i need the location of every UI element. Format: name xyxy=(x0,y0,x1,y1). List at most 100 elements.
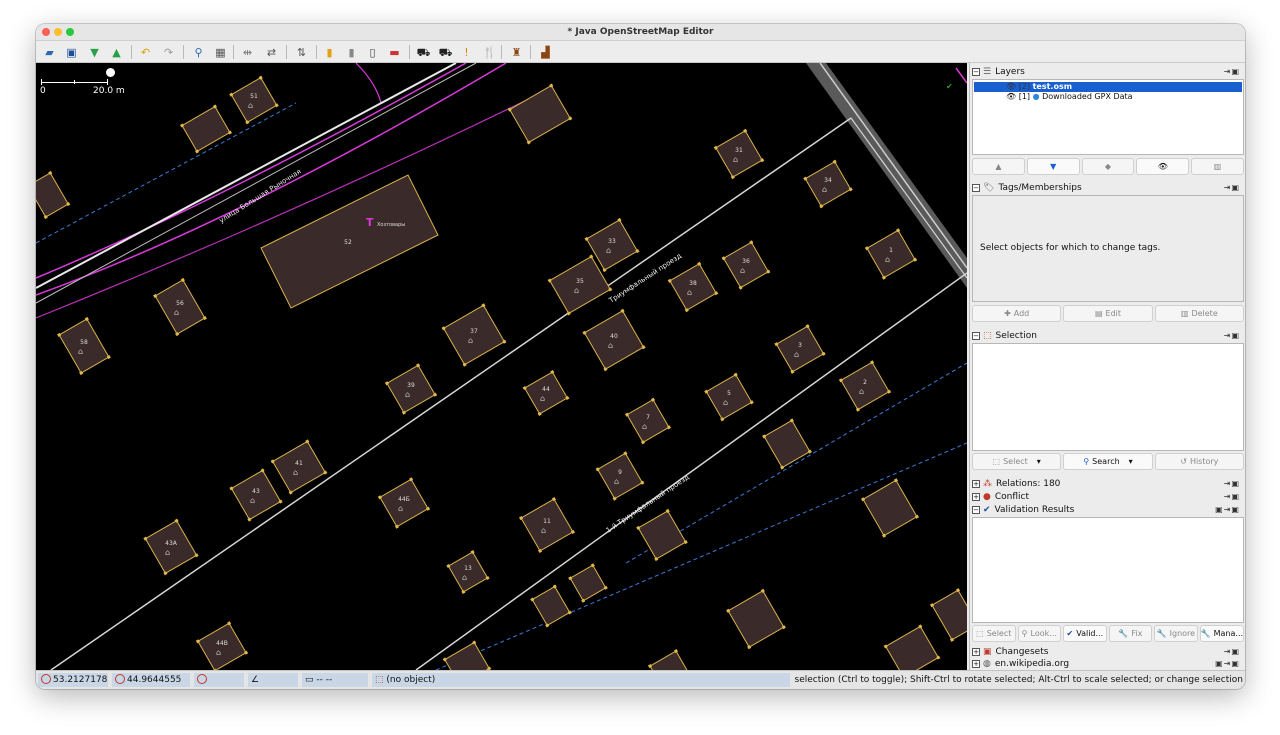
selection-panel-header[interactable]: − ⬚ Selection ⇥▣ xyxy=(972,329,1244,343)
edit-tag-button[interactable]: ▤ Edit xyxy=(1063,305,1153,322)
visibility-eye-icon[interactable]: 👁 xyxy=(1006,92,1016,101)
car-button[interactable]: ⛟ xyxy=(414,43,433,61)
building-outline[interactable] xyxy=(144,519,198,575)
building-outline[interactable] xyxy=(181,105,231,153)
merge-button[interactable]: ◆ xyxy=(1081,158,1135,175)
building-outline[interactable] xyxy=(154,279,206,335)
visibility-button[interactable]: 👁 xyxy=(1136,158,1190,175)
building[interactable] xyxy=(36,170,71,220)
layer-row[interactable]: ✔ 👁 [2] test.osm xyxy=(946,82,1242,92)
validation-select-button[interactable]: ⬚ Select xyxy=(972,625,1016,642)
download-button[interactable]: ▼ xyxy=(85,43,104,61)
building[interactable] xyxy=(153,277,207,337)
fix-button[interactable]: 🔧 Fix xyxy=(1108,625,1153,642)
expand-icon[interactable]: + xyxy=(972,493,980,501)
minimize-window-button[interactable] xyxy=(54,28,62,36)
building-outline[interactable] xyxy=(523,371,569,415)
building-outline[interactable] xyxy=(840,361,890,411)
visibility-eye-icon[interactable]: 👁 xyxy=(1006,82,1016,91)
delete-tag-button[interactable]: ▥ Delete xyxy=(1154,305,1244,322)
building-outline[interactable] xyxy=(442,304,506,366)
building[interactable] xyxy=(647,649,691,670)
building-outline[interactable] xyxy=(649,650,689,670)
map-view[interactable]: улица Большая Рыночная Триумфальный прое… xyxy=(36,63,967,670)
building-outline[interactable] xyxy=(444,641,490,670)
lookup-button[interactable]: ⚲ Look... xyxy=(1017,625,1062,642)
layers-list[interactable]: ✔ 👁 [2] test.osm 👁 [1] ● Downloaded GPX … xyxy=(946,79,1244,155)
zoom-button[interactable]: ⚲ xyxy=(189,43,208,61)
building[interactable] xyxy=(713,128,765,180)
building-outline[interactable] xyxy=(583,310,645,370)
building[interactable] xyxy=(143,518,199,576)
building-outline[interactable] xyxy=(596,452,644,500)
industrial-button[interactable]: ▟ xyxy=(536,43,555,61)
panel-controls-icon[interactable]: ⇥▣ xyxy=(1224,329,1240,343)
relations-panel-header[interactable]: + ⁂ Relations: 180 ⇥▣ xyxy=(972,477,1244,491)
tags-panel-header[interactable]: − 🏷 Tags/Memberships ⇥▣ xyxy=(972,181,1244,195)
building-outline[interactable] xyxy=(230,469,282,521)
collapse-icon[interactable]: − xyxy=(972,184,980,192)
bus-button[interactable]: ⛟ xyxy=(436,43,455,61)
building-outline[interactable] xyxy=(569,564,607,602)
wireframe-button[interactable]: ▦ xyxy=(211,43,230,61)
layer-name[interactable]: Downloaded GPX Data xyxy=(1042,92,1132,101)
select-button[interactable]: ⬚ Select ▾ xyxy=(972,453,1062,470)
building-outline[interactable] xyxy=(230,76,278,124)
wikipedia-panel-header[interactable]: + ◍ en.wikipedia.org ▣⇥▣ xyxy=(972,657,1244,671)
building-outline[interactable] xyxy=(862,479,918,537)
building-outline[interactable] xyxy=(520,498,574,552)
upload-button[interactable]: ▲ xyxy=(107,43,126,61)
layer-name[interactable]: test.osm xyxy=(1033,82,1072,91)
town-hall-button[interactable]: ♜ xyxy=(507,43,526,61)
panel-controls-icon[interactable]: ⇥▣ xyxy=(1224,490,1240,504)
building-outline[interactable] xyxy=(36,172,69,218)
expand-icon[interactable]: + xyxy=(972,660,980,668)
building[interactable] xyxy=(377,477,431,529)
building[interactable] xyxy=(229,75,279,125)
save-button[interactable]: ▣ xyxy=(62,43,81,61)
building-outline[interactable] xyxy=(775,325,825,373)
building-outline[interactable] xyxy=(386,364,436,414)
panel-controls-icon[interactable]: ⇥▣ xyxy=(1224,65,1240,79)
collapse-icon[interactable]: − xyxy=(972,332,980,340)
building[interactable] xyxy=(883,624,941,670)
building-outline[interactable] xyxy=(727,590,785,648)
barrier-button[interactable]: ▬ xyxy=(385,43,404,61)
align-button[interactable]: ⇹ xyxy=(238,43,257,61)
layers-panel-header[interactable]: − ☰ Layers ⇥▣ xyxy=(972,65,1244,79)
building[interactable] xyxy=(507,83,573,145)
collapse-icon[interactable]: − xyxy=(972,68,980,76)
building[interactable] xyxy=(384,363,438,415)
building-outline[interactable] xyxy=(447,551,489,593)
building-outline[interactable] xyxy=(715,130,763,178)
open-file-button[interactable]: ▰ xyxy=(40,43,59,61)
distribute-button[interactable]: ⇄ xyxy=(262,43,281,61)
building-outline[interactable] xyxy=(931,589,967,641)
delete-layer-button[interactable]: ▥ xyxy=(1191,158,1244,175)
building[interactable] xyxy=(582,308,646,372)
building[interactable] xyxy=(636,508,688,562)
ignore-button[interactable]: 🔧 Ignore xyxy=(1154,625,1198,642)
building[interactable] xyxy=(726,588,786,650)
building-outline[interactable] xyxy=(509,84,571,144)
building[interactable] xyxy=(57,316,111,376)
building-outline[interactable] xyxy=(722,241,770,289)
reverse-button[interactable]: ⇅ xyxy=(292,43,311,61)
building[interactable] xyxy=(704,372,754,422)
building[interactable] xyxy=(929,588,967,642)
building[interactable] xyxy=(774,324,826,374)
building[interactable] xyxy=(803,159,853,209)
building[interactable] xyxy=(229,468,283,522)
building-outline[interactable] xyxy=(626,398,670,444)
panel-controls-icon[interactable]: ⇥▣ xyxy=(1224,181,1240,195)
building-outline[interactable] xyxy=(866,229,916,279)
traffic-light-button[interactable]: ▯ xyxy=(363,43,382,61)
restaurant-button[interactable]: 🍴 xyxy=(480,43,499,61)
road-marking-button[interactable]: ▮ xyxy=(320,43,339,61)
layer-row[interactable]: 👁 [1] ● Downloaded GPX Data xyxy=(974,92,1242,102)
expand-icon[interactable]: + xyxy=(972,480,980,488)
panel-controls-icon[interactable]: ⇥▣ xyxy=(1224,477,1240,491)
building[interactable] xyxy=(441,303,507,367)
building-outline[interactable] xyxy=(271,440,327,494)
add-tag-button[interactable]: ✚ Add xyxy=(972,305,1062,322)
